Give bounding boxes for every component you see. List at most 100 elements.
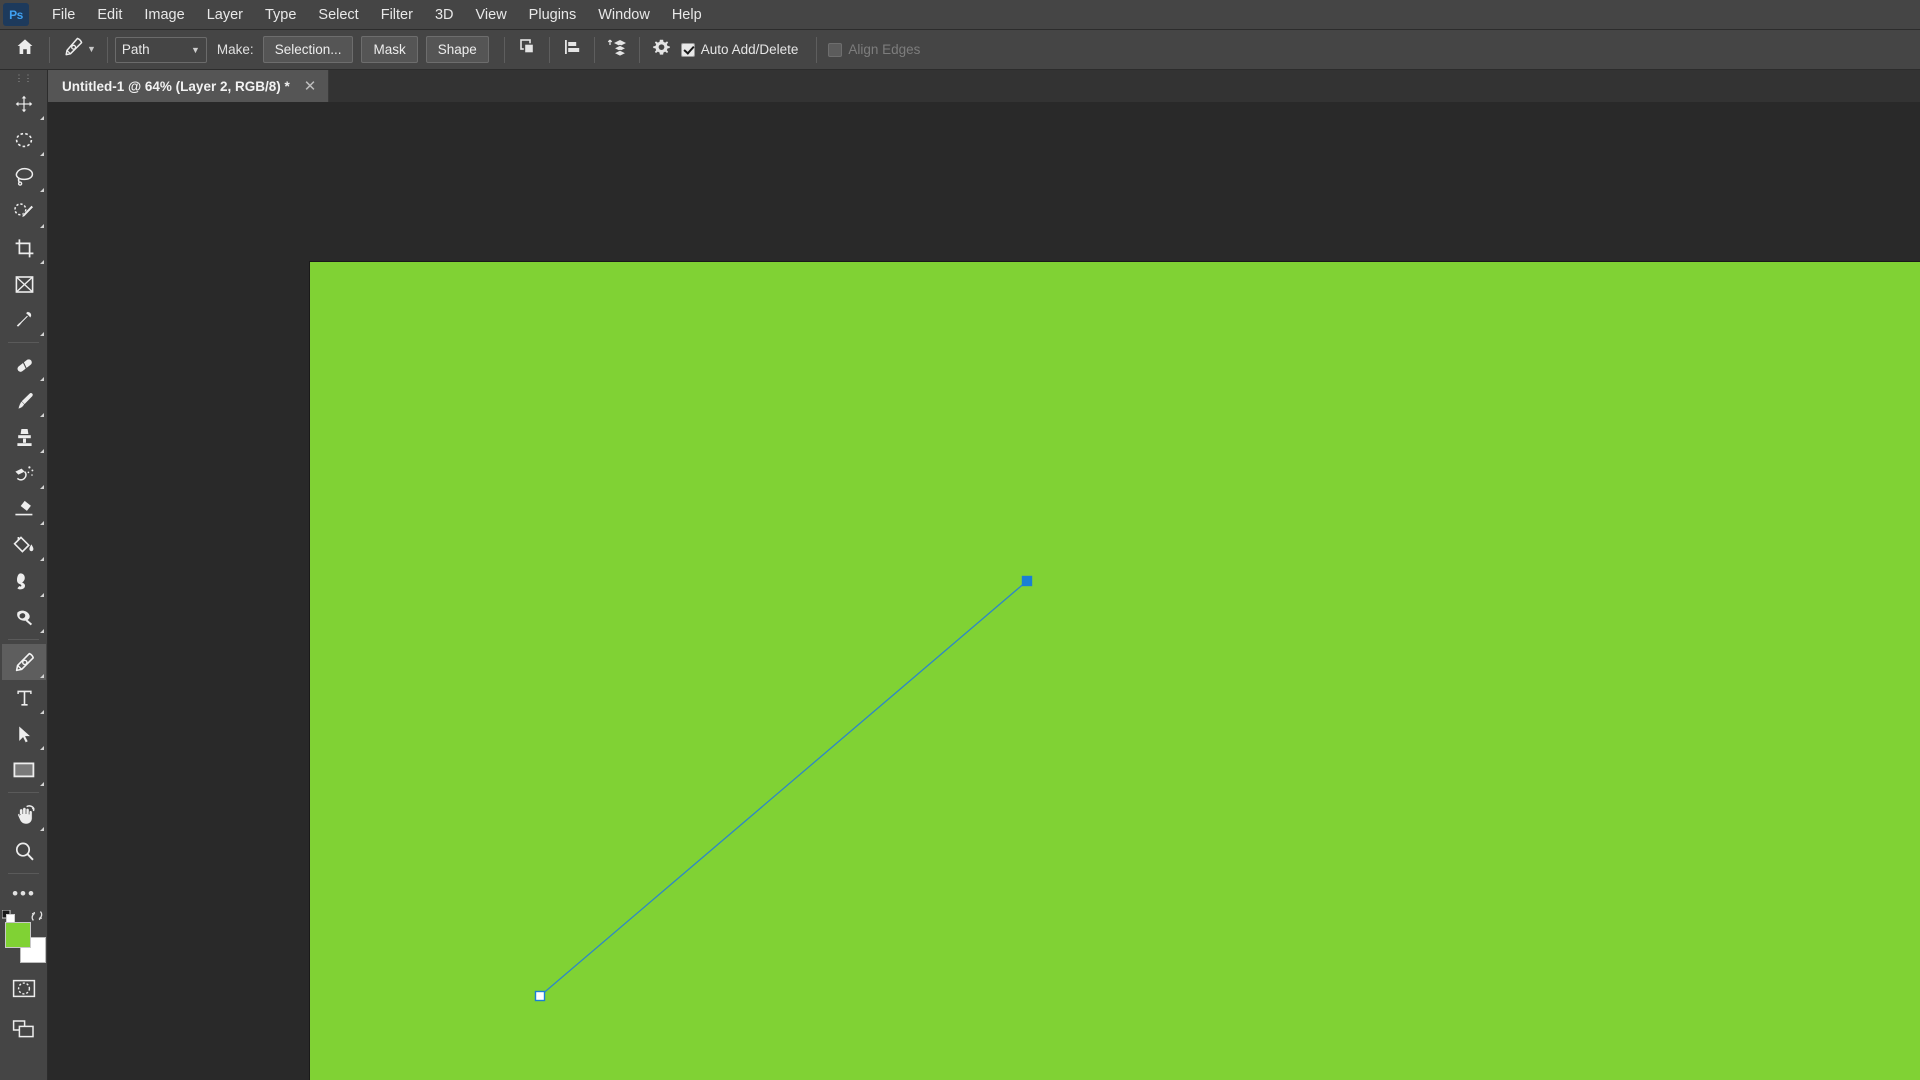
path-settings-button[interactable] — [647, 35, 677, 65]
options-separator-3 — [503, 36, 505, 63]
history-brush-tool[interactable] — [2, 455, 46, 491]
make-shape-button[interactable]: Shape — [425, 36, 489, 63]
close-icon[interactable]: ✕ — [304, 79, 317, 94]
menu-item-layer[interactable]: Layer — [196, 3, 254, 27]
blur-tool[interactable] — [2, 563, 46, 599]
menu-item-type[interactable]: Type — [254, 3, 307, 27]
pen-tool[interactable] — [2, 644, 46, 680]
frame-tool[interactable] — [2, 266, 46, 302]
auto-add-delete-control[interactable]: Auto Add/Delete — [680, 42, 799, 57]
flyout-triangle-icon — [40, 116, 44, 120]
quick-selection-icon — [13, 202, 35, 223]
healing-brush-tool[interactable] — [2, 347, 46, 383]
options-separator-7 — [816, 36, 818, 63]
toolbar-grip[interactable]: ⋮⋮ — [0, 70, 47, 86]
align-edges-checkbox — [828, 42, 843, 57]
path-arrangement-icon — [606, 37, 628, 62]
flyout-triangle-icon — [40, 521, 44, 525]
eraser-tool[interactable] — [2, 491, 46, 527]
photoshop-window: Ps File Edit Image Layer Type Select Fil… — [0, 0, 1920, 1080]
flyout-triangle-icon — [40, 413, 44, 417]
flyout-triangle-icon — [40, 152, 44, 156]
toolbar-divider-2 — [8, 639, 39, 640]
path-alignment-icon — [562, 37, 582, 62]
document-canvas[interactable] — [310, 262, 1920, 1080]
path-operations-button[interactable] — [512, 35, 542, 65]
dodge-tool[interactable] — [2, 599, 46, 635]
screen-mode-button[interactable] — [2, 1014, 46, 1048]
gear-icon — [652, 38, 671, 62]
path-mode-select[interactable]: Path ▼ — [114, 36, 207, 63]
menu-item-select[interactable]: Select — [307, 3, 369, 27]
flyout-triangle-icon — [40, 224, 44, 228]
rectangle-tool[interactable] — [2, 752, 46, 788]
photoshop-logo: Ps — [3, 3, 29, 26]
lasso-icon — [14, 166, 35, 187]
move-icon — [14, 94, 34, 114]
options-separator-6 — [638, 36, 640, 63]
ellipse-marquee-icon — [14, 130, 34, 150]
flyout-triangle-icon — [40, 710, 44, 714]
tool-preset-picker[interactable]: ▼ — [57, 35, 100, 65]
type-tool[interactable] — [2, 680, 46, 716]
flyout-triangle-icon — [40, 827, 44, 831]
brush-icon — [14, 391, 35, 412]
options-separator-4 — [548, 36, 550, 63]
options-separator-5 — [593, 36, 595, 63]
swap-colors-icon[interactable] — [30, 909, 44, 923]
make-selection-button[interactable]: Selection... — [262, 36, 354, 63]
edit-toolbar-button[interactable]: ••• — [2, 878, 46, 908]
path-alignment-button[interactable] — [557, 35, 587, 65]
eyedropper-tool[interactable] — [2, 302, 46, 338]
home-button[interactable] — [8, 35, 42, 65]
menu-item-3d[interactable]: 3D — [424, 3, 465, 27]
brush-tool[interactable] — [2, 383, 46, 419]
foreground-color-swatch[interactable] — [5, 922, 31, 948]
path-mode-value: Path — [121, 42, 150, 57]
type-icon — [15, 688, 34, 708]
path-selection-tool[interactable] — [2, 716, 46, 752]
flyout-triangle-icon — [40, 188, 44, 192]
object-selection-tool[interactable] — [2, 194, 46, 230]
menu-item-file[interactable]: File — [41, 3, 86, 27]
flyout-triangle-icon — [40, 485, 44, 489]
crop-tool[interactable] — [2, 230, 46, 266]
flyout-triangle-icon — [40, 746, 44, 750]
hand-icon — [13, 804, 36, 826]
zoom-tool[interactable] — [2, 833, 46, 869]
elliptical-marquee-tool[interactable] — [2, 122, 46, 158]
menu-bar: Ps File Edit Image Layer Type Select Fil… — [0, 0, 1920, 29]
toolbar-divider-1 — [8, 342, 39, 343]
path-arrangement-button[interactable] — [602, 35, 632, 65]
move-tool[interactable] — [2, 86, 46, 122]
flyout-triangle-icon — [40, 260, 44, 264]
flyout-triangle-icon — [40, 629, 44, 633]
menu-item-edit[interactable]: Edit — [86, 3, 133, 27]
menu-item-filter[interactable]: Filter — [370, 3, 424, 27]
frame-icon — [14, 275, 35, 294]
lasso-tool[interactable] — [2, 158, 46, 194]
path-operations-icon — [517, 37, 537, 62]
clone-stamp-tool[interactable] — [2, 419, 46, 455]
menu-item-help[interactable]: Help — [661, 3, 713, 27]
menu-item-window[interactable]: Window — [587, 3, 661, 27]
paint-bucket-icon — [13, 535, 35, 556]
menu-item-plugins[interactable]: Plugins — [518, 3, 588, 27]
gradient-tool[interactable] — [2, 527, 46, 563]
auto-add-delete-label: Auto Add/Delete — [700, 42, 799, 57]
make-mask-button[interactable]: Mask — [361, 36, 418, 63]
menu-item-image[interactable]: Image — [133, 3, 195, 27]
auto-add-delete-checkbox[interactable] — [680, 42, 695, 57]
tools-panel: ⋮⋮ ••• — [0, 70, 48, 1080]
document-tab-untitled-1[interactable]: Untitled-1 @ 64% (Layer 2, RGB/8) * ✕ — [48, 70, 330, 102]
menu-item-view[interactable]: View — [465, 3, 518, 27]
clone-stamp-icon — [14, 427, 35, 448]
hand-tool[interactable] — [2, 797, 46, 833]
flyout-triangle-icon — [40, 449, 44, 453]
chevron-down-icon: ▼ — [87, 44, 96, 54]
quick-mask-button[interactable] — [2, 974, 46, 1008]
flyout-triangle-icon — [40, 377, 44, 381]
flyout-triangle-icon — [40, 332, 44, 336]
canvas-workspace[interactable] — [48, 102, 1920, 1080]
toolbar-divider-4 — [8, 873, 39, 874]
